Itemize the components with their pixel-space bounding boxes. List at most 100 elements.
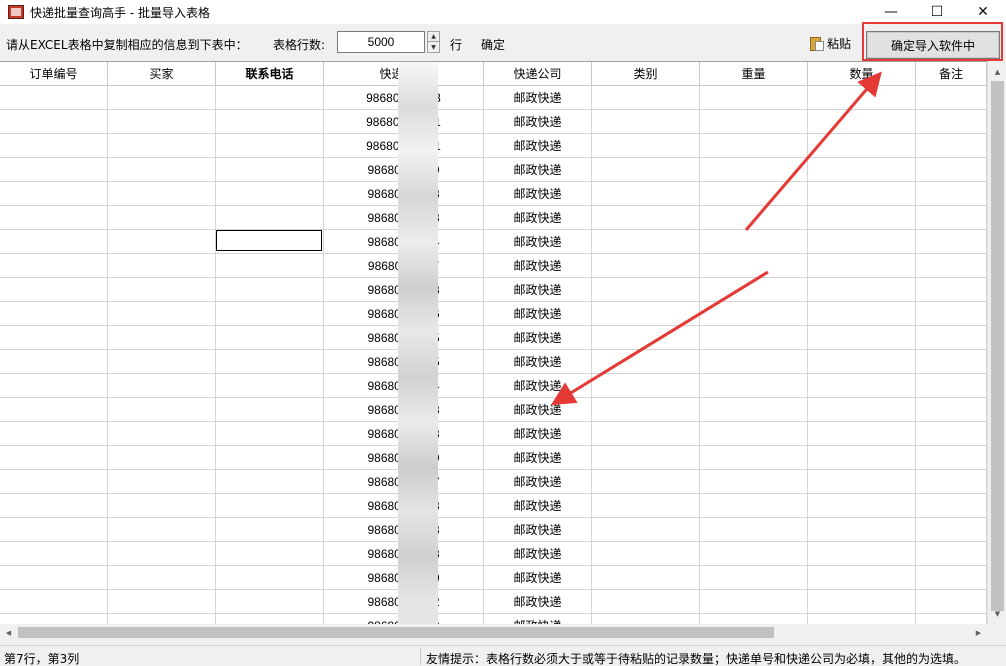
cell-express-company[interactable]: 邮政快递 — [484, 86, 592, 110]
cell-phone[interactable] — [216, 590, 324, 614]
cell-remark[interactable] — [916, 110, 987, 134]
cell-weight[interactable] — [700, 110, 808, 134]
cell-tracking-number[interactable]: 98680626···0 — [324, 566, 484, 590]
data-grid[interactable]: 订单编号 买家 联系电话 快递单号 快递公司 类别 重量 数量 备注 98680620··43 邮… — [0, 61, 987, 624]
cell-tracking-number[interactable]: 9868062···78 — [324, 398, 484, 422]
cell-buyer[interactable] — [108, 374, 216, 398]
cell-category[interactable] — [592, 590, 700, 614]
cell-remark[interactable] — [916, 494, 987, 518]
cell-buyer[interactable] — [108, 182, 216, 206]
cell-remark[interactable] — [916, 158, 987, 182]
cell-weight[interactable] — [700, 206, 808, 230]
cell-quantity[interactable] — [808, 446, 916, 470]
cell-weight[interactable] — [700, 494, 808, 518]
cell-order-id[interactable] — [0, 518, 108, 542]
column-header-express-company[interactable]: 快递公司 — [484, 62, 592, 86]
cell-phone[interactable] — [216, 86, 324, 110]
cell-buyer[interactable] — [108, 494, 216, 518]
cell-buyer[interactable] — [108, 326, 216, 350]
cell-remark[interactable] — [916, 302, 987, 326]
cell-quantity[interactable] — [808, 494, 916, 518]
cell-buyer[interactable] — [108, 206, 216, 230]
cell-express-company[interactable]: 邮政快递 — [484, 590, 592, 614]
cell-category[interactable] — [592, 398, 700, 422]
cell-express-company[interactable]: 邮政快递 — [484, 446, 592, 470]
cell-category[interactable] — [592, 494, 700, 518]
cell-weight[interactable] — [700, 374, 808, 398]
cell-order-id[interactable] — [0, 614, 108, 624]
cell-phone[interactable] — [216, 158, 324, 182]
cell-buyer[interactable] — [108, 110, 216, 134]
cell-phone[interactable] — [216, 494, 324, 518]
cell-weight[interactable] — [700, 590, 808, 614]
cell-phone[interactable] — [216, 182, 324, 206]
cell-tracking-number[interactable]: 98680···9466 — [324, 302, 484, 326]
spin-down-icon[interactable]: ▼ — [428, 42, 439, 52]
cell-phone[interactable] — [216, 206, 324, 230]
cell-buyer[interactable] — [108, 86, 216, 110]
active-cell-editor[interactable] — [216, 230, 322, 251]
cell-category[interactable] — [592, 110, 700, 134]
cell-express-company[interactable]: 邮政快递 — [484, 614, 592, 624]
scroll-left-icon[interactable]: ◀ — [0, 624, 17, 641]
scroll-down-icon[interactable]: ▼ — [988, 605, 1006, 622]
cell-order-id[interactable] — [0, 470, 108, 494]
cell-buyer[interactable] — [108, 566, 216, 590]
cell-buyer[interactable] — [108, 350, 216, 374]
cell-order-id[interactable] — [0, 350, 108, 374]
cell-category[interactable] — [592, 446, 700, 470]
cell-order-id[interactable] — [0, 302, 108, 326]
cell-phone[interactable] — [216, 302, 324, 326]
cell-express-company[interactable]: 邮政快递 — [484, 566, 592, 590]
cell-category[interactable] — [592, 470, 700, 494]
cell-remark[interactable] — [916, 86, 987, 110]
cell-phone[interactable] — [216, 374, 324, 398]
paste-button[interactable]: 粘贴 — [810, 33, 851, 53]
cell-weight[interactable] — [700, 254, 808, 278]
cell-buyer[interactable] — [108, 614, 216, 624]
cell-tracking-number[interactable]: 98680627···8 — [324, 422, 484, 446]
cell-express-company[interactable]: 邮政快递 — [484, 398, 592, 422]
cell-express-company[interactable]: 邮政快递 — [484, 350, 592, 374]
cell-order-id[interactable] — [0, 182, 108, 206]
cell-weight[interactable] — [700, 446, 808, 470]
cell-remark[interactable] — [916, 182, 987, 206]
cell-tracking-number[interactable]: 986806···588 — [324, 182, 484, 206]
cell-buyer[interactable] — [108, 302, 216, 326]
cell-tracking-number[interactable]: 98680620··43 — [324, 86, 484, 110]
cell-category[interactable] — [592, 86, 700, 110]
cell-category[interactable] — [592, 542, 700, 566]
cell-tracking-number[interactable]: 98680···4793 — [324, 206, 484, 230]
cell-tracking-number[interactable]: 986806···295 — [324, 350, 484, 374]
scroll-up-icon[interactable]: ▲ — [988, 63, 1006, 80]
vertical-scroll-thumb[interactable] — [991, 81, 1004, 611]
cell-remark[interactable] — [916, 350, 987, 374]
cell-buyer[interactable] — [108, 518, 216, 542]
cell-category[interactable] — [592, 158, 700, 182]
cell-remark[interactable] — [916, 470, 987, 494]
cell-quantity[interactable] — [808, 470, 916, 494]
cell-express-company[interactable]: 邮政快递 — [484, 326, 592, 350]
rows-count-input[interactable]: 5000 — [337, 31, 425, 53]
column-header-buyer[interactable]: 买家 — [108, 62, 216, 86]
cell-express-company[interactable]: 邮政快递 — [484, 542, 592, 566]
cell-buyer[interactable] — [108, 254, 216, 278]
column-header-category[interactable]: 类别 — [592, 62, 700, 86]
cell-express-company[interactable]: 邮政快递 — [484, 254, 592, 278]
cell-phone[interactable] — [216, 422, 324, 446]
cell-order-id[interactable] — [0, 134, 108, 158]
cell-phone[interactable] — [216, 446, 324, 470]
close-button[interactable]: ✕ — [960, 0, 1006, 24]
cell-remark[interactable] — [916, 542, 987, 566]
cell-remark[interactable] — [916, 134, 987, 158]
cell-express-company[interactable]: 邮政快递 — [484, 518, 592, 542]
cell-order-id[interactable] — [0, 110, 108, 134]
scroll-right-icon[interactable]: ▶ — [970, 624, 987, 641]
cell-quantity[interactable] — [808, 518, 916, 542]
cell-weight[interactable] — [700, 326, 808, 350]
cell-express-company[interactable]: 邮政快递 — [484, 134, 592, 158]
cell-phone[interactable] — [216, 614, 324, 624]
cell-phone[interactable] — [216, 518, 324, 542]
cell-buyer[interactable] — [108, 158, 216, 182]
cell-category[interactable] — [592, 566, 700, 590]
